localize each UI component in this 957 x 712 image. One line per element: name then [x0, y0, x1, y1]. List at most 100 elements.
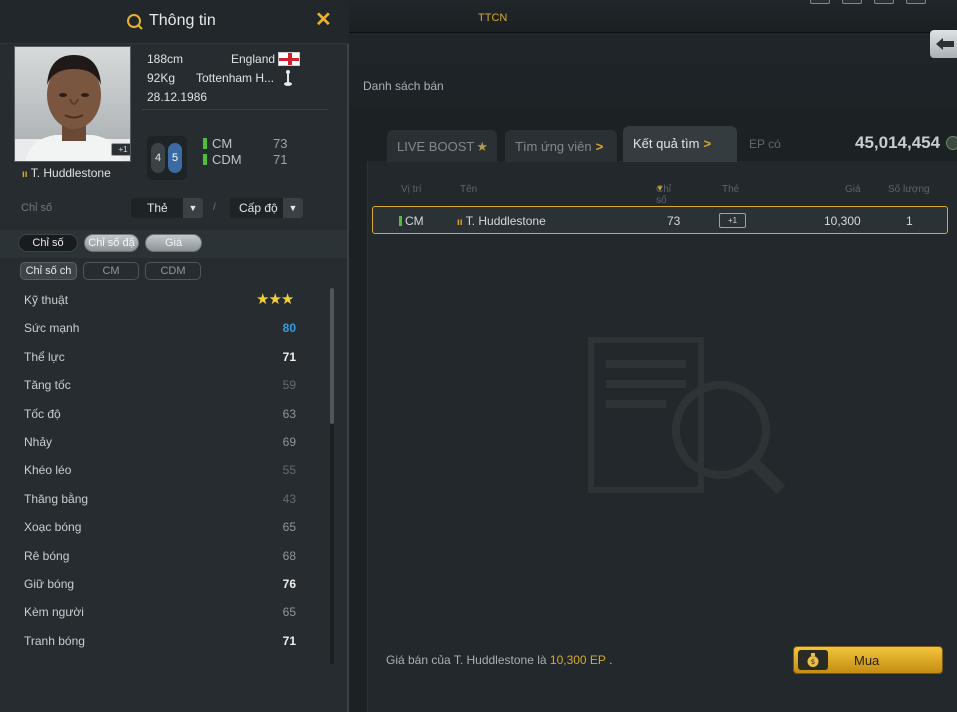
- table-row[interactable]: CM ıı T. Huddlestone 73 +1 10,300 1: [372, 206, 948, 234]
- stat-row: Kỹ thuật ★★★: [0, 286, 330, 314]
- tab-price[interactable]: Giá: [145, 234, 202, 252]
- stat-row: Thăng bằng 43: [0, 485, 330, 513]
- ep-balance: 45,014,454: [855, 133, 941, 152]
- position-cdm: CDM: [203, 152, 242, 167]
- position-color-bar: [203, 154, 207, 165]
- stat-row: Tăng tốc 59: [0, 371, 330, 399]
- card-select[interactable]: Thẻ ▼: [131, 198, 203, 218]
- chevron-right-icon: >: [703, 136, 712, 151]
- tab-stats[interactable]: Chỉ số: [18, 234, 78, 252]
- scrollbar-thumb[interactable]: [330, 288, 334, 424]
- row-quantity: 1: [906, 214, 913, 228]
- chevron-down-icon: ▼: [283, 198, 303, 218]
- header-card[interactable]: Thẻ: [722, 184, 739, 195]
- tab-special-stats[interactable]: Chỉ số đặ: [84, 234, 139, 252]
- tab-cm[interactable]: CM: [83, 262, 139, 280]
- card-upgrade-badge: +1: [111, 143, 130, 156]
- position-cdm-label: CDM: [212, 152, 242, 167]
- position-cm: CM: [203, 136, 232, 151]
- maximize-button[interactable]: [842, 0, 862, 4]
- header-position[interactable]: Vị trí: [401, 184, 422, 195]
- svg-text:$: $: [811, 658, 815, 666]
- stat-value: 71: [282, 633, 296, 648]
- stat-row: Xoạc bóng 65: [0, 513, 330, 541]
- money-bag-icon: $: [798, 650, 828, 670]
- stat-name: Xoạc bóng: [24, 520, 82, 535]
- row-name: ıı T. Huddlestone: [457, 214, 546, 228]
- stat-row: Rê bóng 68: [0, 542, 330, 570]
- minimize-button[interactable]: [810, 0, 830, 4]
- divider: [142, 109, 328, 110]
- close-window-button[interactable]: [906, 0, 926, 4]
- stat-name: Kỹ thuật: [24, 293, 69, 307]
- header-quantity[interactable]: Số lượng: [888, 184, 930, 195]
- season-icon: ıı: [22, 169, 28, 180]
- player-height: 188cm: [147, 52, 184, 66]
- tab-sell-list[interactable]: Danh sách bán: [363, 79, 444, 93]
- position-color-bar: [399, 216, 402, 226]
- buy-button-label: Mua: [854, 653, 880, 668]
- buy-button[interactable]: $ Mua: [793, 646, 943, 674]
- buy-text-prefix: Giá bán của T. Huddlestone là: [386, 653, 550, 667]
- stat-name: Tăng tốc: [24, 378, 71, 393]
- stat-row: Khéo léo 55: [0, 456, 330, 484]
- stat-name: Tốc độ: [24, 406, 61, 421]
- stat-value: 68: [282, 548, 296, 563]
- position-color-bar: [203, 138, 207, 149]
- position-cdm-value: 71: [273, 152, 288, 167]
- stat-value: 65: [282, 520, 296, 535]
- player-weight: 92Kg: [147, 71, 176, 85]
- season-icon: ıı: [457, 217, 463, 228]
- stat-row: Nhảy 69: [0, 428, 330, 456]
- tab-search-results-label: Kết quả tìm: [633, 136, 700, 151]
- row-rating: 73: [667, 214, 681, 228]
- stat-row: Thể lực 71: [0, 343, 330, 371]
- filter-separator: /: [213, 202, 216, 213]
- stat-value: 71: [282, 349, 296, 364]
- settings-button[interactable]: [874, 0, 894, 4]
- tab-search-results[interactable]: Kết quả tìm >: [623, 126, 737, 162]
- close-icon[interactable]: ✕: [315, 10, 332, 30]
- stat-name: Thể lực: [24, 349, 65, 364]
- position-cm-value: 73: [273, 136, 288, 151]
- sort-down-icon: ▼: [656, 184, 664, 193]
- ep-coin-icon: [946, 136, 957, 150]
- tab-main-stats[interactable]: Chỉ số ch: [20, 262, 77, 280]
- tab-find-candidates[interactable]: Tìm ứng viên >: [505, 130, 617, 162]
- back-button[interactable]: [930, 30, 957, 58]
- stat-row: Kèm người 65: [0, 598, 330, 626]
- tab-live-boost-label: LIVE BOOST: [397, 139, 475, 154]
- stat-value: 69: [282, 435, 296, 449]
- stat-name: Nhảy: [24, 435, 53, 449]
- stat-row: Giữ bóng 76: [0, 570, 330, 598]
- player-portrait: +1: [14, 46, 131, 162]
- stat-value: 43: [282, 491, 296, 506]
- stat-row: Sức mạnh 80: [0, 314, 330, 342]
- tab-cdm[interactable]: CDM: [145, 262, 201, 280]
- ep-label: EP có: [749, 137, 781, 151]
- stat-name: Kèm người: [24, 605, 84, 620]
- stat-name: Thăng bằng: [24, 491, 89, 506]
- row-price: 10,300: [824, 214, 861, 228]
- tab-live-boost[interactable]: LIVE BOOST ★: [387, 130, 497, 162]
- level-select[interactable]: Cấp độ ▼: [230, 198, 303, 218]
- stat-row: Tốc độ 63: [0, 400, 330, 428]
- buy-price: 10,300 EP: [549, 653, 606, 667]
- header-name[interactable]: Tên: [460, 184, 477, 195]
- card-upgrade-badge: +1: [719, 213, 746, 228]
- row-position: CM: [399, 214, 424, 228]
- header-price[interactable]: Giá: [845, 184, 861, 195]
- panel-title: Thông tin: [149, 12, 216, 29]
- row-name-label: T. Huddlestone: [465, 214, 546, 228]
- position-cm-label: CM: [212, 136, 233, 151]
- back-arrow-icon: [936, 38, 954, 50]
- filter-label: Chỉ số: [21, 202, 53, 214]
- stat-value: 65: [282, 605, 296, 620]
- buy-footer: Giá bán của T. Huddlestone là 10,300 EP …: [367, 630, 957, 690]
- stat-value: 80: [282, 321, 296, 336]
- stat-name: Rê bóng: [24, 548, 70, 563]
- club-crest-icon: [284, 70, 292, 86]
- boost-left: 4: [151, 143, 165, 173]
- player-name-label: T. Huddlestone: [30, 166, 111, 180]
- stat-value: 59: [282, 378, 296, 393]
